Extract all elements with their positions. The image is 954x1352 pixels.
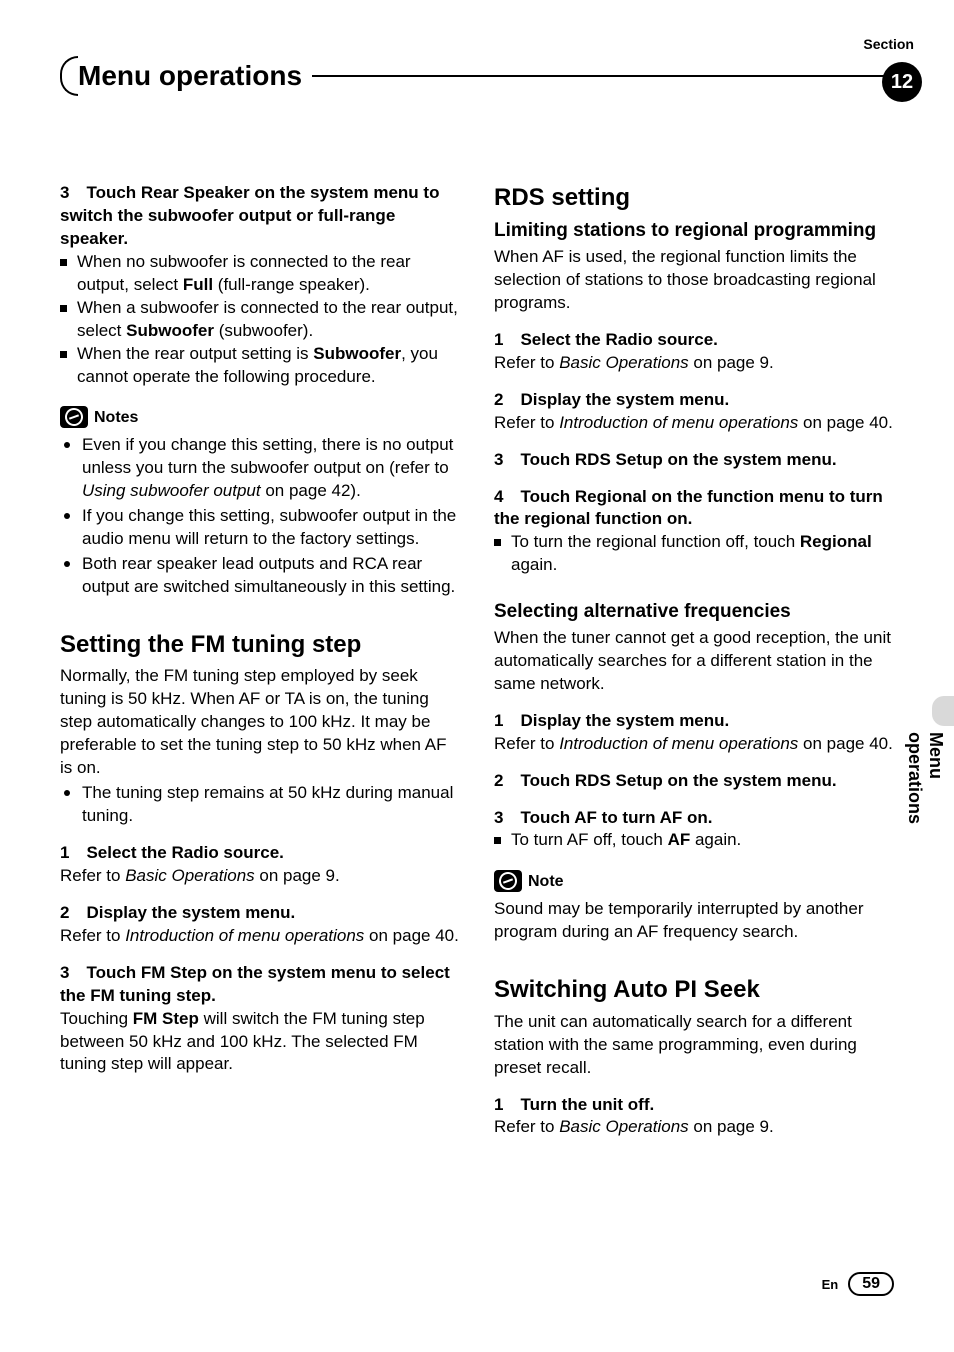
body-text: The unit can automatically search for a … <box>494 1011 894 1080</box>
page-footer: En 59 <box>822 1272 894 1296</box>
disc-bullet-icon <box>64 442 70 448</box>
body-text: Touching FM Step will switch the FM tuni… <box>60 1008 460 1077</box>
side-tab-label: Menu operations <box>904 732 946 824</box>
square-bullet-icon <box>494 837 501 844</box>
disc-bullet-icon <box>64 513 70 519</box>
body-text: To turn AF off, touch AF again. <box>511 829 741 852</box>
body-text: Refer to Introduction of menu operations… <box>60 925 460 948</box>
body-text: Refer to Basic Operations on page 9. <box>60 865 460 888</box>
step-heading: 1 Turn the unit off. <box>494 1094 894 1117</box>
body-text: When a subwoofer is connected to the rea… <box>77 297 460 343</box>
subheading-regional: Limiting stations to regional programmin… <box>494 218 894 244</box>
note-block: Note Sound may be temporarily interrupte… <box>494 870 894 944</box>
body-text: Refer to Introduction of menu operations… <box>494 733 894 756</box>
subheading-alt-freq: Selecting alternative frequencies <box>494 599 894 625</box>
body-text: If you change this setting, subwoofer ou… <box>82 505 460 551</box>
heading-fm-step: Setting the FM tuning step <box>60 629 460 661</box>
body-text: When the rear output setting is Subwoofe… <box>77 343 460 389</box>
note-header: Note <box>494 870 894 892</box>
list-item: When a subwoofer is connected to the rea… <box>60 297 460 343</box>
body-text: Both rear speaker lead outputs and RCA r… <box>82 553 460 599</box>
disc-bullet-icon <box>64 790 70 796</box>
step-heading: 3 Touch Rear Speaker on the system menu … <box>60 182 460 251</box>
body-text: Refer to Basic Operations on page 9. <box>494 1116 894 1139</box>
step-heading: 2 Touch RDS Setup on the system menu. <box>494 770 894 793</box>
body-text: Even if you change this setting, there i… <box>82 434 460 503</box>
step-heading: 1 Display the system menu. <box>494 710 894 733</box>
step-heading: 3 Touch FM Step on the system menu to se… <box>60 962 460 1008</box>
page-number: 59 <box>848 1272 894 1296</box>
square-bullet-icon <box>494 539 501 546</box>
right-column: RDS setting Limiting stations to regiona… <box>494 182 894 1139</box>
note-icon <box>60 406 88 428</box>
notes-block: Notes Even if you change this setting, t… <box>60 406 460 599</box>
list-item: Even if you change this setting, there i… <box>60 434 460 503</box>
section-label: Section <box>863 36 914 52</box>
body-text: Refer to Basic Operations on page 9. <box>494 352 894 375</box>
list-item: To turn the regional function off, touch… <box>494 531 894 577</box>
body-text: To turn the regional function off, touch… <box>511 531 894 577</box>
square-bullet-icon <box>60 305 67 312</box>
step-heading: 2 Display the system menu. <box>60 902 460 925</box>
heading-auto-pi: Switching Auto PI Seek <box>494 974 894 1006</box>
language-code: En <box>822 1277 839 1292</box>
page-header: Section Menu operations 12 Menu operatio… <box>60 56 894 116</box>
page-title-row: Menu operations <box>60 56 894 96</box>
disc-bullet-icon <box>64 561 70 567</box>
body-text: When no subwoofer is connected to the re… <box>77 251 460 297</box>
section-number-badge: 12 <box>882 62 922 102</box>
left-column: 3 Touch Rear Speaker on the system menu … <box>60 182 460 1139</box>
body-text: Sound may be temporarily interrupted by … <box>494 898 894 944</box>
step-heading: 2 Display the system menu. <box>494 389 894 412</box>
content-columns: 3 Touch Rear Speaker on the system menu … <box>60 182 894 1139</box>
body-text: The tuning step remains at 50 kHz during… <box>82 782 460 828</box>
list-item: Both rear speaker lead outputs and RCA r… <box>60 553 460 599</box>
title-rule <box>312 75 894 77</box>
step-heading: 1 Select the Radio source. <box>494 329 894 352</box>
list-item: When the rear output setting is Subwoofe… <box>60 343 460 389</box>
body-text: When the tuner cannot get a good recepti… <box>494 627 894 696</box>
notes-title: Notes <box>94 407 138 429</box>
list-item: The tuning step remains at 50 kHz during… <box>60 782 460 828</box>
list-item: To turn AF off, touch AF again. <box>494 829 894 852</box>
list-item: When no subwoofer is connected to the re… <box>60 251 460 297</box>
page-title: Menu operations <box>72 60 308 92</box>
body-text: When AF is used, the regional function l… <box>494 246 894 315</box>
side-tab-cap <box>932 696 954 726</box>
step-heading: 3 Touch AF to turn AF on. <box>494 807 894 830</box>
note-icon <box>494 870 522 892</box>
step-heading: 1 Select the Radio source. <box>60 842 460 865</box>
body-text: Refer to Introduction of menu operations… <box>494 412 894 435</box>
body-text: Normally, the FM tuning step employed by… <box>60 665 460 780</box>
notes-header: Notes <box>60 406 460 428</box>
square-bullet-icon <box>60 259 67 266</box>
step-heading: 3 Touch RDS Setup on the system menu. <box>494 449 894 472</box>
heading-rds: RDS setting <box>494 182 894 214</box>
step-heading: 4 Touch Regional on the function menu to… <box>494 486 894 532</box>
square-bullet-icon <box>60 351 67 358</box>
manual-page: Section Menu operations 12 Menu operatio… <box>0 0 954 1352</box>
list-item: If you change this setting, subwoofer ou… <box>60 505 460 551</box>
note-title: Note <box>528 871 564 893</box>
